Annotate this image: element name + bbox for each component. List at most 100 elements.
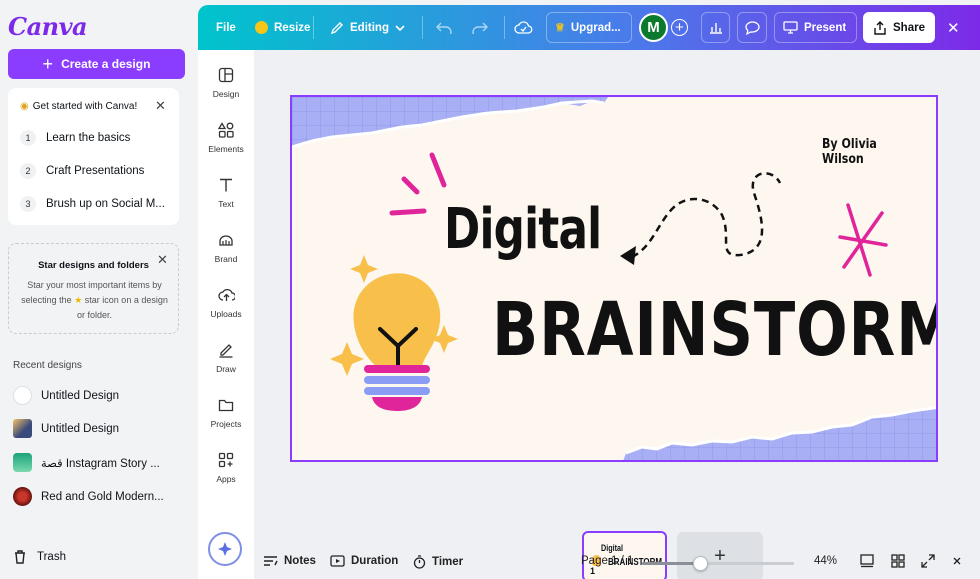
comment-icon [744, 20, 760, 35]
trash-button[interactable]: Trash [13, 549, 66, 564]
design-thumbnail [13, 453, 32, 472]
zoom-slider-handle[interactable] [692, 556, 708, 571]
tool-label: Uploads [210, 309, 242, 319]
star-tip-text-2: star icon on a design or folder. [76, 295, 168, 320]
tool-label: Design [212, 89, 240, 99]
tool-apps[interactable]: Apps [198, 452, 254, 484]
share-label: Share [893, 21, 925, 34]
editor-panel: File Resize Editing ♕ Upgrad... M + Pres… [198, 5, 980, 579]
tool-elements[interactable]: Elements [198, 122, 254, 154]
help-icon[interactable] [950, 554, 964, 573]
editing-mode-dropdown[interactable]: Editing [330, 12, 405, 43]
tool-label: Apps [216, 474, 236, 484]
duration-label: Duration [351, 555, 399, 567]
page-view-icon[interactable] [860, 554, 874, 573]
recent-design-item[interactable]: Untitled Design [13, 419, 188, 438]
magic-assistant-button[interactable] [208, 532, 242, 566]
duration-icon [330, 555, 345, 567]
comments-button[interactable] [737, 12, 767, 43]
star-tip-body: Star your most important items by select… [19, 278, 170, 323]
tool-label: Brand [214, 254, 238, 264]
chevron-down-icon [395, 24, 405, 31]
pencil-icon [330, 21, 343, 34]
add-page-button[interactable]: + [677, 532, 763, 579]
timer-button[interactable]: Timer [413, 555, 463, 569]
recent-design-label: Untitled Design [41, 422, 119, 435]
star-icon: ★ [74, 295, 83, 305]
recent-design-item[interactable]: Untitled Design [13, 386, 188, 405]
close-editor-icon[interactable]: ✕ [947, 12, 960, 43]
crown-icon: ♕ [555, 22, 565, 34]
plus-icon: + [42, 54, 54, 74]
step-number: 3 [20, 196, 36, 212]
add-collaborator-icon[interactable]: + [671, 19, 688, 36]
insights-button[interactable] [701, 12, 730, 43]
step-label: Craft Presentations [46, 165, 145, 177]
home-sidebar: Canva + Create a design ◉ Get started wi… [0, 0, 196, 579]
tool-draw[interactable]: Draw [198, 342, 254, 374]
close-icon[interactable]: ✕ [155, 98, 166, 114]
apps-icon [218, 452, 234, 468]
design-title[interactable]: Digital [444, 197, 602, 262]
notes-label: Notes [284, 555, 316, 567]
design-page[interactable]: By Olivia Wilson Digital BRAINSTORM [290, 95, 938, 462]
upgrade-button[interactable]: ♕ Upgrad... [546, 12, 632, 43]
getting-started-item[interactable]: 3 Brush up on Social M... [20, 196, 175, 212]
present-button[interactable]: Present [774, 12, 857, 43]
page-indicator[interactable]: Page 1 / 1 [581, 555, 633, 567]
cloud-check-icon [514, 21, 533, 34]
page-indicator-label: Page 1 / 1 [581, 555, 634, 567]
duration-button[interactable]: Duration [330, 555, 398, 567]
zoom-level-label: 44% [814, 555, 838, 567]
present-icon [783, 21, 798, 34]
share-button[interactable]: Share [863, 12, 935, 43]
notes-button[interactable]: Notes [263, 555, 316, 567]
notes-icon [264, 556, 278, 566]
text-icon [220, 178, 232, 192]
create-design-button[interactable]: + Create a design [8, 49, 185, 79]
layout-icon [218, 67, 234, 83]
step-label: Brush up on Social M... [46, 198, 165, 210]
getting-started-title: Get started with Canva! [32, 101, 138, 112]
fullscreen-icon[interactable] [921, 554, 935, 573]
zoom-slider-fill [642, 562, 700, 565]
resize-button[interactable]: Resize [255, 12, 310, 43]
canva-logo[interactable]: Canva [8, 12, 88, 41]
getting-started-item[interactable]: 1 Learn the basics [20, 130, 175, 146]
recent-design-item[interactable]: قصة Instagram Story ... [13, 453, 188, 472]
file-menu-button[interactable]: File [216, 12, 236, 43]
undo-button[interactable] [436, 12, 452, 43]
tool-text[interactable]: Text [198, 177, 254, 209]
grid-view-icon[interactable] [891, 554, 905, 573]
bar-chart-icon [709, 23, 722, 34]
rocket-icon: ◉ [20, 101, 29, 112]
zoom-level[interactable]: 44% [814, 555, 837, 567]
getting-started-item[interactable]: 2 Craft Presentations [20, 163, 175, 179]
design-subtitle[interactable]: BRAINSTORM [492, 287, 936, 373]
star-tip-title: Star designs and folders [38, 260, 149, 271]
recent-design-label: Untitled Design [41, 389, 119, 402]
present-label: Present [804, 21, 847, 34]
close-icon[interactable]: ✕ [157, 252, 168, 268]
zoom-slider[interactable] [642, 556, 794, 571]
tool-rail: Design Elements Text Brand Uploads Draw … [198, 50, 254, 579]
crown-icon [255, 21, 268, 34]
design-thumbnail [13, 419, 32, 438]
tool-uploads[interactable]: Uploads [198, 287, 254, 319]
cloud-upload-icon [217, 288, 235, 301]
editor-topbar: File Resize Editing ♕ Upgrad... M + Pres… [198, 5, 980, 50]
timer-icon [413, 555, 426, 569]
editing-label: Editing [350, 21, 389, 34]
recent-design-label: قصة Instagram Story ... [41, 457, 160, 470]
tool-design[interactable]: Design [198, 67, 254, 99]
divider [504, 16, 505, 39]
tool-brand[interactable]: Brand [198, 232, 254, 264]
cloud-save-button[interactable] [514, 12, 533, 43]
recent-design-item[interactable]: Red and Gold Modern... [13, 487, 188, 506]
user-avatar[interactable]: M [639, 13, 668, 42]
tool-label: Draw [216, 364, 236, 374]
tool-projects[interactable]: Projects [198, 397, 254, 429]
redo-button[interactable] [472, 12, 488, 43]
design-author[interactable]: By Olivia Wilson [822, 137, 919, 167]
create-design-label: Create a design [61, 57, 151, 71]
